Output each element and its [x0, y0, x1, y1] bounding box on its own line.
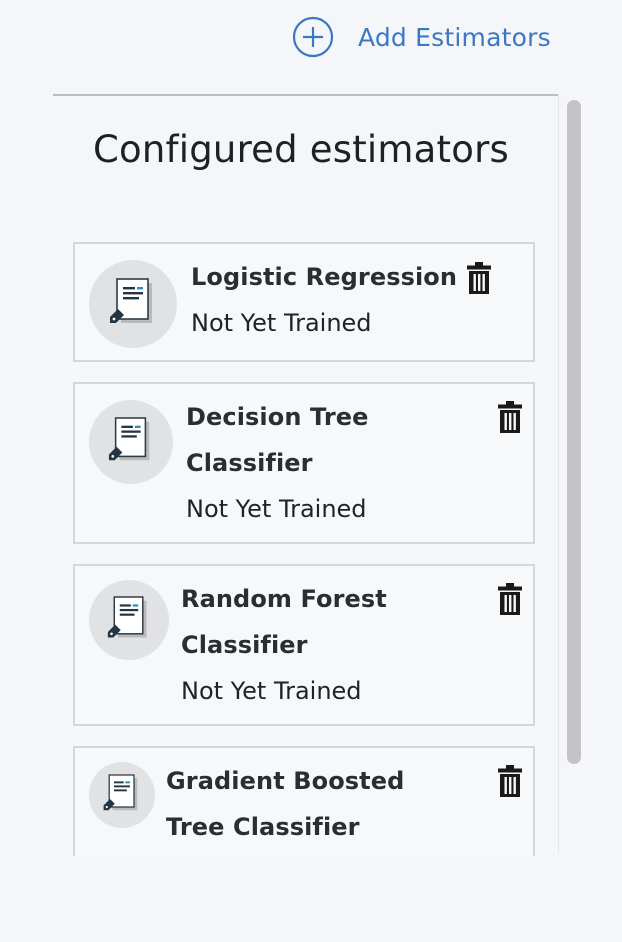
trash-icon[interactable] [497, 582, 523, 616]
estimator-status: Not Yet Trained [191, 309, 372, 337]
estimator-name: Gradient Boosted Tree Classifier [166, 767, 405, 841]
estimator-name: Decision Tree Classifier [186, 403, 369, 477]
model-document-tag-icon [89, 260, 177, 348]
estimators-view: Add Estimators Configured estimators Log… [0, 0, 622, 942]
estimator-name: Logistic Regression [191, 263, 458, 291]
model-document-tag-icon [89, 400, 173, 484]
trash-icon[interactable] [497, 400, 523, 434]
plus-circle-icon [292, 16, 334, 58]
estimator-card-logistic-regression[interactable]: Logistic Regression Not Yet Trained [73, 242, 535, 362]
configured-estimators-panel: Configured estimators Logistic Regressio… [53, 94, 558, 856]
model-document-tag-icon [89, 580, 169, 660]
estimator-status: Not Yet Trained [186, 495, 367, 523]
estimator-card-random-forest[interactable]: Random Forest Classifier Not Yet Trained [73, 564, 535, 726]
add-estimators-label: Add Estimators [358, 22, 551, 52]
panel-scrollbar[interactable] [558, 94, 587, 854]
panel-title: Configured estimators [93, 128, 509, 171]
trash-icon[interactable] [497, 764, 523, 798]
add-estimators-button[interactable]: Add Estimators [292, 16, 551, 58]
estimator-status: Not Yet Trained [181, 677, 362, 705]
estimator-card-decision-tree[interactable]: Decision Tree Classifier Not Yet Trained [73, 382, 535, 544]
trash-icon[interactable] [466, 261, 492, 295]
estimator-card-gradient-boosted-tree[interactable]: Gradient Boosted Tree Classifier [73, 746, 535, 856]
estimator-name: Random Forest Classifier [181, 585, 387, 659]
scrollbar-thumb[interactable] [567, 100, 581, 764]
model-document-tag-icon [89, 762, 155, 828]
